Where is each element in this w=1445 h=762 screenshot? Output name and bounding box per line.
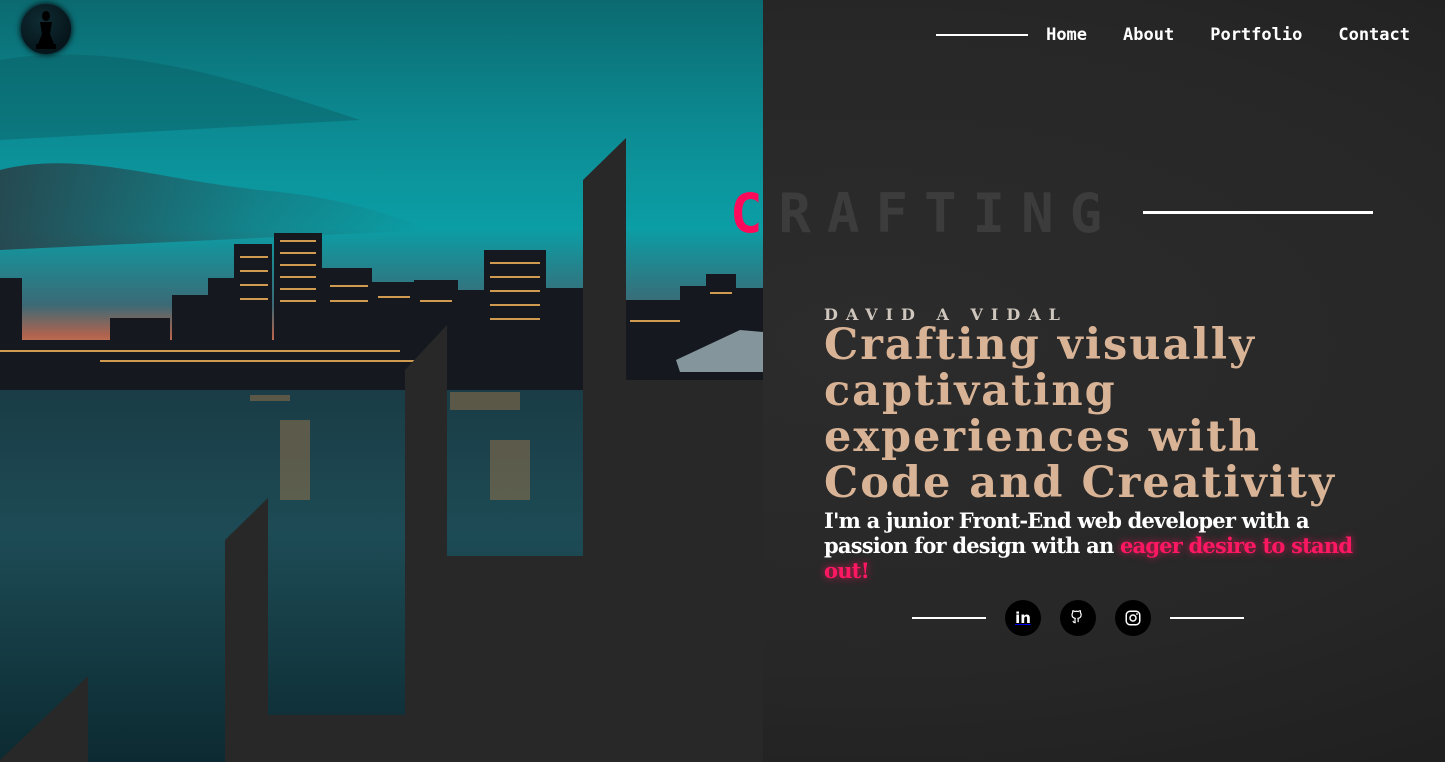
headline-line: experiences with — [824, 412, 1262, 462]
linkedin-icon: in — [1015, 609, 1031, 627]
crafting-word: CRAFTING — [730, 182, 1118, 246]
main-nav: Home About Portfolio Contact — [936, 22, 1410, 48]
instagram-icon — [1125, 610, 1141, 626]
headline-line: Crafting visually — [824, 320, 1257, 370]
github-link[interactable] — [1060, 600, 1096, 636]
logo[interactable] — [20, 3, 72, 55]
city-skyline-image — [0, 0, 763, 762]
crafting-line — [1143, 211, 1373, 214]
nav-about[interactable]: About — [1123, 25, 1174, 45]
crafting-first-letter: C — [730, 182, 779, 245]
nav-contact[interactable]: Contact — [1338, 25, 1410, 45]
instagram-link[interactable] — [1115, 600, 1151, 636]
headline-line: captivating — [824, 366, 1117, 416]
github-icon — [1071, 610, 1082, 624]
crafting-rest-letters: RAFTING — [778, 182, 1119, 245]
social-line-right — [1170, 617, 1244, 619]
nav-portfolio[interactable]: Portfolio — [1210, 25, 1302, 45]
chess-bishop-icon — [36, 11, 56, 49]
headline-line: Code and Creativity — [824, 458, 1336, 508]
linkedin-link[interactable]: in — [1005, 600, 1041, 636]
social-line-left — [912, 617, 986, 619]
social-links: in — [912, 600, 1244, 636]
intro-text: I'm a junior Front-End web developer wit… — [824, 508, 1384, 583]
nav-divider-line — [936, 34, 1029, 36]
headline: Crafting visually captivating experience… — [824, 322, 1384, 506]
nav-home[interactable]: Home — [1046, 25, 1087, 45]
page: Home About Portfolio Contact CRAFTING DA… — [0, 0, 1445, 762]
hero-image — [0, 0, 763, 762]
